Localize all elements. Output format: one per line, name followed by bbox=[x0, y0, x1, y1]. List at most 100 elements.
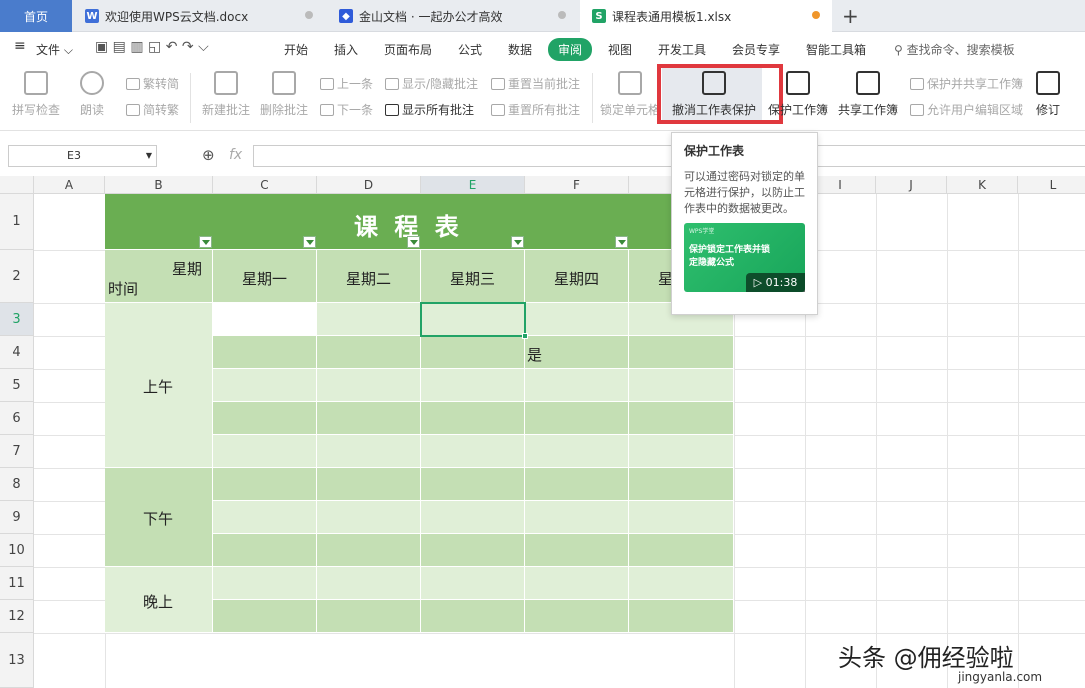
unsaved-dot-icon[interactable] bbox=[812, 11, 820, 19]
table-cell[interactable] bbox=[317, 534, 421, 567]
row-header[interactable]: 6 bbox=[0, 402, 34, 435]
table-cell[interactable] bbox=[421, 369, 525, 402]
zoom-icon[interactable]: ⊕ bbox=[202, 146, 215, 164]
table-cell[interactable] bbox=[421, 402, 525, 435]
table-cell[interactable] bbox=[629, 600, 734, 633]
row-header[interactable]: 2 bbox=[0, 250, 34, 303]
table-cell[interactable] bbox=[213, 402, 317, 435]
row-header[interactable]: 1 bbox=[0, 194, 34, 250]
tab-kdocs[interactable]: ◆ 金山文档 · 一起办公才高效 bbox=[327, 0, 578, 32]
simp-to-trad-button[interactable]: 简转繁 bbox=[126, 101, 179, 118]
next-comment-button[interactable]: 下一条 bbox=[320, 101, 373, 118]
trad-to-simp-button[interactable]: 繁转简 bbox=[126, 75, 179, 92]
protect-share-button[interactable]: 保护并共享工作簿 bbox=[910, 75, 1023, 92]
row-header[interactable]: 4 bbox=[0, 336, 34, 369]
share-workbook-button[interactable]: 共享工作簿 bbox=[838, 71, 898, 118]
table-cell[interactable] bbox=[525, 567, 629, 600]
table-cell[interactable] bbox=[317, 369, 421, 402]
table-cell[interactable] bbox=[213, 600, 317, 633]
menu-formula[interactable]: 公式 bbox=[458, 41, 482, 58]
table-cell[interactable] bbox=[317, 303, 421, 336]
col-header[interactable]: A bbox=[34, 176, 105, 194]
table-cell[interactable] bbox=[629, 402, 734, 435]
col-header[interactable]: J bbox=[876, 176, 947, 194]
filter-dropdown-icon[interactable] bbox=[199, 236, 212, 248]
table-cell[interactable] bbox=[421, 468, 525, 501]
active-cell-selection[interactable] bbox=[420, 302, 526, 337]
fx-icon[interactable]: fx bbox=[229, 147, 242, 163]
menu-data[interactable]: 数据 bbox=[508, 41, 532, 58]
show-hide-comment-button[interactable]: 显示/隐藏批注 bbox=[385, 75, 478, 92]
revise-button[interactable]: 修订 bbox=[1036, 71, 1060, 118]
table-cell[interactable] bbox=[213, 369, 317, 402]
tab-xlsx[interactable]: S 课程表通用模板1.xlsx bbox=[580, 0, 832, 32]
row-header[interactable]: 13 bbox=[0, 633, 34, 688]
row-header[interactable]: 8 bbox=[0, 468, 34, 501]
tab-close-icon[interactable] bbox=[305, 11, 313, 19]
filter-dropdown-icon[interactable] bbox=[407, 236, 420, 248]
table-cell[interactable] bbox=[421, 534, 525, 567]
col-header[interactable]: B bbox=[105, 176, 213, 194]
table-cell[interactable] bbox=[525, 600, 629, 633]
tutorial-video-card[interactable]: WPS学堂 保护锁定工作表并锁定隐藏公式 ▷ 01:38 bbox=[684, 223, 805, 292]
col-header[interactable]: L bbox=[1018, 176, 1085, 194]
table-cell[interactable] bbox=[525, 468, 629, 501]
table-cell[interactable] bbox=[213, 567, 317, 600]
tab-docx[interactable]: W 欢迎使用WPS云文档.docx bbox=[73, 0, 325, 32]
lock-cell-button[interactable]: 锁定单元格 bbox=[600, 71, 660, 118]
table-cell[interactable] bbox=[421, 567, 525, 600]
new-tab-button[interactable]: + bbox=[842, 0, 862, 32]
formula-input[interactable] bbox=[253, 145, 1085, 167]
prev-comment-button[interactable]: 上一条 bbox=[320, 75, 373, 92]
show-all-comments-button[interactable]: 显示所有批注 bbox=[385, 101, 474, 118]
allow-edit-range-button[interactable]: 允许用户编辑区域 bbox=[910, 101, 1023, 118]
filter-dropdown-icon[interactable] bbox=[511, 236, 524, 248]
fill-handle[interactable] bbox=[522, 333, 528, 339]
command-search[interactable]: ⚲ 查找命令、搜索模板 bbox=[894, 41, 1015, 58]
new-comment-button[interactable]: 新建批注 bbox=[202, 71, 250, 118]
table-cell[interactable] bbox=[213, 303, 317, 336]
table-cell[interactable] bbox=[317, 468, 421, 501]
table-cell[interactable] bbox=[213, 435, 317, 468]
tab-close-icon[interactable] bbox=[558, 11, 566, 19]
menu-member[interactable]: 会员专享 bbox=[732, 41, 780, 58]
table-cell[interactable] bbox=[421, 600, 525, 633]
menu-insert[interactable]: 插入 bbox=[334, 41, 358, 58]
filter-dropdown-icon[interactable] bbox=[303, 236, 316, 248]
table-cell[interactable] bbox=[317, 435, 421, 468]
table-cell[interactable] bbox=[525, 402, 629, 435]
table-cell[interactable] bbox=[525, 534, 629, 567]
table-cell[interactable] bbox=[629, 369, 734, 402]
col-header[interactable]: D bbox=[317, 176, 421, 194]
table-cell[interactable] bbox=[213, 468, 317, 501]
table-cell[interactable] bbox=[629, 501, 734, 534]
row-header[interactable]: 11 bbox=[0, 567, 34, 600]
table-cell[interactable] bbox=[317, 600, 421, 633]
table-cell[interactable] bbox=[525, 303, 629, 336]
table-cell[interactable] bbox=[421, 501, 525, 534]
tab-home[interactable]: 首页 bbox=[0, 0, 72, 32]
row-header[interactable]: 5 bbox=[0, 369, 34, 402]
menu-page-layout[interactable]: 页面布局 bbox=[384, 41, 432, 58]
table-cell[interactable] bbox=[317, 402, 421, 435]
read-aloud-button[interactable]: 朗读 bbox=[80, 71, 104, 118]
table-cell[interactable] bbox=[421, 336, 525, 369]
col-header[interactable]: C bbox=[213, 176, 317, 194]
name-box[interactable]: E3 ▼ bbox=[8, 145, 157, 167]
delete-comment-button[interactable]: 删除批注 bbox=[260, 71, 308, 118]
filter-dropdown-icon[interactable] bbox=[615, 236, 628, 248]
quick-access-icons[interactable]: ▣ ▤ ▥ ◱ ↶ ↷ ⌵ bbox=[95, 39, 209, 55]
table-cell[interactable] bbox=[525, 369, 629, 402]
table-cell[interactable] bbox=[629, 534, 734, 567]
file-menu[interactable]: 文件 ⌵ bbox=[36, 41, 73, 58]
row-header[interactable]: 10 bbox=[0, 534, 34, 567]
table-cell[interactable] bbox=[213, 336, 317, 369]
table-cell[interactable] bbox=[213, 534, 317, 567]
menu-view[interactable]: 视图 bbox=[608, 41, 632, 58]
spell-check-button[interactable]: 拼写检查 bbox=[12, 71, 60, 118]
col-header[interactable]: E bbox=[421, 176, 525, 194]
col-header[interactable]: K bbox=[947, 176, 1018, 194]
col-header[interactable]: F bbox=[525, 176, 629, 194]
table-cell[interactable] bbox=[525, 435, 629, 468]
menu-smart-tools[interactable]: 智能工具箱 bbox=[806, 41, 866, 58]
